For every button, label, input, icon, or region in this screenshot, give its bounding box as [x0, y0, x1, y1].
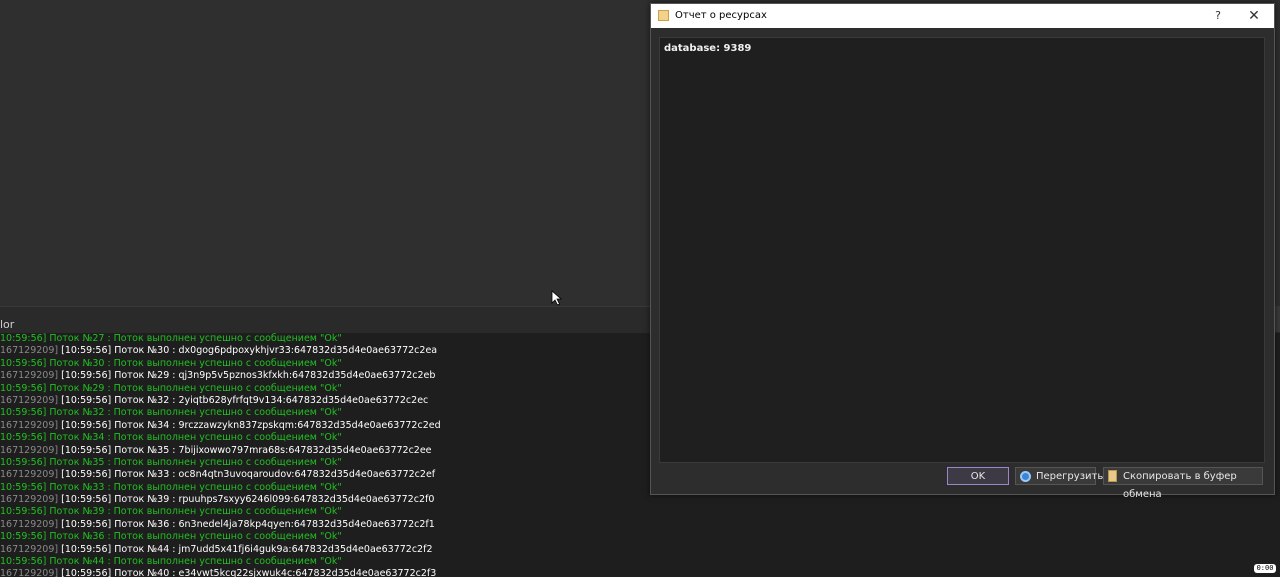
log-line-text: 10:59:56] Поток №34 : Поток выполнен усп… — [0, 432, 342, 444]
log-line-tag: 167129209] — [0, 494, 59, 506]
reload-button-label: Перегрузить — [1036, 471, 1104, 482]
log-line: 10:59:56] Поток №44 : Поток выполнен усп… — [0, 556, 1280, 568]
log-line-text: [10:59:56] Поток №44 : jm7udd5x41fj6i4gu… — [58, 543, 433, 555]
log-line-text: 10:59:56] Поток №33 : Поток выполнен усп… — [0, 481, 342, 493]
log-line-tag: 167129209] — [0, 444, 59, 456]
log-line-text: 10:59:56] Поток №36 : Поток выполнен усп… — [0, 531, 342, 543]
log-line-text: 10:59:56] Поток №39 : Поток выполнен усп… — [0, 506, 342, 518]
dialog-title: Отчет о ресурсах — [675, 10, 767, 21]
log-line-text: 10:59:56] Поток №30 : Поток выполнен усп… — [0, 357, 342, 369]
ok-button[interactable]: OK — [947, 467, 1009, 485]
tray-indicator[interactable]: 0:00 — [1254, 564, 1276, 573]
log-line-tag: 167129209] — [0, 370, 59, 382]
log-line-tag: 167129209] — [0, 518, 59, 530]
close-button[interactable]: ✕ — [1247, 7, 1261, 25]
log-line-text: [10:59:56] Поток №33 : oc8n4qtn3uvoqarou… — [58, 469, 436, 481]
mouse-cursor-icon — [551, 290, 563, 306]
log-line: 10:59:56] Поток №36 : Поток выполнен усп… — [0, 531, 1280, 543]
dialog-titlebar[interactable]: Отчет о ресурсах ? ✕ — [651, 4, 1274, 28]
log-line-text: [10:59:56] Поток №35 : 7bijixowwo797mra6… — [58, 444, 432, 456]
help-button[interactable]: ? — [1211, 7, 1225, 25]
copy-to-clipboard-button[interactable]: Скопировать в буфер обмена — [1103, 467, 1263, 500]
log-line-tag: 167129209] — [0, 394, 59, 406]
log-line-text: 10:59:56] Поток №27 : Поток выполнен усп… — [0, 333, 342, 344]
log-line-text: [10:59:56] Поток №39 : rpuuhps7sxyy6246l… — [58, 494, 435, 506]
log-line-tag: 167129209] — [0, 469, 59, 481]
log-line-text: [10:59:56] Поток №30 : dx0gog6pdpoxykhjv… — [58, 345, 438, 357]
clipboard-icon — [1108, 470, 1117, 482]
reload-icon — [1020, 471, 1031, 482]
log-line-text: [10:59:56] Поток №32 : 2yiqtb628yfrfqt9v… — [58, 394, 429, 406]
panel-header-label: lor — [0, 318, 15, 331]
log-line-text: 10:59:56] Поток №44 : Поток выполнен усп… — [0, 556, 342, 568]
log-line-tag: 167129209] — [0, 419, 59, 431]
log-line: 167129209] [10:59:56] Поток №40 : e34vwt… — [0, 568, 1280, 577]
report-icon — [658, 10, 669, 21]
log-line-tag: 167129209] — [0, 345, 59, 357]
log-line: 10:59:56] Поток №39 : Поток выполнен усп… — [0, 506, 1280, 518]
log-line-text: [10:59:56] Поток №40 : e34vwt5kcq22sjxwu… — [58, 568, 437, 577]
log-line: 167129209] [10:59:56] Поток №39 : rpuuhp… — [0, 494, 1280, 506]
report-textarea[interactable]: database: 9389 — [659, 37, 1265, 463]
log-line-text: 10:59:56] Поток №35 : Поток выполнен усп… — [0, 456, 342, 468]
log-line-tag: 167129209] — [0, 568, 59, 577]
log-line-text: [10:59:56] Поток №29 : qj3n9p5v5pznos3kf… — [58, 370, 436, 382]
log-line-text: [10:59:56] Поток №34 : 9rczzawzykn837zps… — [58, 419, 441, 431]
log-line-tag: 167129209] — [0, 543, 59, 555]
log-line-text: 10:59:56] Поток №32 : Поток выполнен усп… — [0, 407, 342, 419]
log-line-text: 10:59:56] Поток №29 : Поток выполнен усп… — [0, 382, 342, 394]
resource-report-dialog: Отчет о ресурсах ? ✕ database: 9389 OK П… — [650, 3, 1275, 500]
log-line-text: [10:59:56] Поток №36 : 6n3nedel4ja78kp4q… — [58, 518, 435, 530]
log-line: 167129209] [10:59:56] Поток №36 : 6n3ned… — [0, 519, 1280, 531]
reload-button[interactable]: Перегрузить — [1015, 467, 1103, 485]
report-text: database: 9389 — [664, 43, 752, 54]
log-line: 167129209] [10:59:56] Поток №44 : jm7udd… — [0, 544, 1280, 556]
